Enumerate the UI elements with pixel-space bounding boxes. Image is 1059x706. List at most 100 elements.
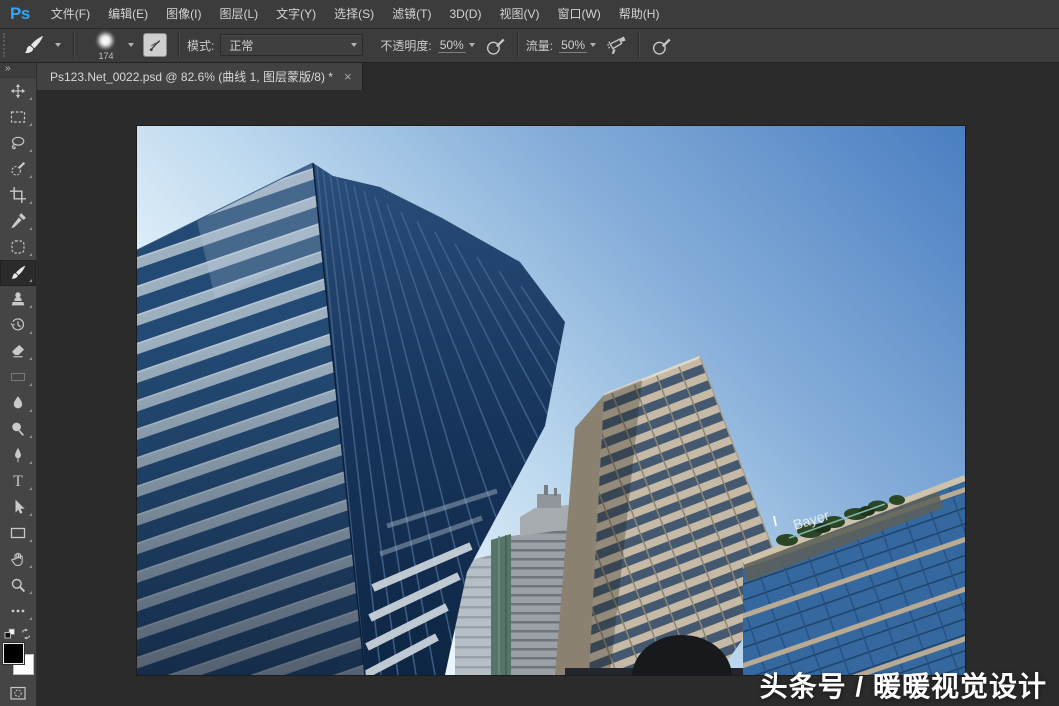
menu-bar: Ps 文件(F)编辑(E)图像(I)图层(L)文字(Y)选择(S)滤镜(T)3D… bbox=[0, 0, 1059, 29]
rectangular-marquee-tool-icon bbox=[10, 109, 26, 125]
eyedropper-tool[interactable] bbox=[0, 208, 36, 234]
divider bbox=[73, 32, 75, 58]
tools-panel: » bbox=[0, 62, 37, 706]
move-tool[interactable] bbox=[0, 78, 36, 104]
chevron-down-icon bbox=[128, 43, 134, 47]
document-tab-title: Ps123.Net_0022.psd @ 82.6% (曲线 1, 图层蒙版/8… bbox=[50, 68, 333, 85]
tool-options-bar: 174 模式: 正常 不透明度: 50% 流量: 50% bbox=[0, 28, 1059, 63]
clone-stamp-tool[interactable] bbox=[0, 286, 36, 312]
chevron-down-icon bbox=[55, 43, 61, 47]
menu-item-5[interactable]: 选择(S) bbox=[325, 1, 383, 28]
clone-stamp-tool-icon bbox=[10, 291, 26, 307]
soft-brush-preview bbox=[95, 30, 116, 51]
dodge-tool-icon bbox=[10, 421, 26, 437]
opacity-label: 不透明度: bbox=[380, 37, 431, 54]
menu-item-10[interactable]: 帮助(H) bbox=[610, 1, 669, 28]
menu-item-8[interactable]: 视图(V) bbox=[490, 1, 548, 28]
history-brush-tool-icon bbox=[10, 317, 26, 333]
menu-item-2[interactable]: 图像(I) bbox=[157, 1, 210, 28]
brush-preset-picker[interactable]: 174 bbox=[82, 30, 139, 60]
tablet-pressure-size-icon[interactable] bbox=[651, 35, 672, 56]
brush-panel-toggle-icon bbox=[148, 38, 163, 53]
blend-mode-dropdown[interactable]: 正常 bbox=[220, 34, 363, 56]
type-tool-icon bbox=[10, 473, 26, 489]
eraser-tool-icon bbox=[10, 343, 26, 359]
blend-mode-value: 正常 bbox=[229, 37, 253, 54]
tab-close-icon[interactable]: × bbox=[344, 70, 352, 83]
eraser-tool[interactable] bbox=[0, 338, 36, 364]
type-tool[interactable] bbox=[0, 468, 36, 494]
edit-toolbar-tool-icon bbox=[10, 603, 26, 619]
chevron-down-icon[interactable] bbox=[469, 43, 475, 47]
blur-tool-icon bbox=[10, 395, 26, 411]
hand-tool-icon bbox=[10, 551, 26, 567]
menu-item-6[interactable]: 滤镜(T) bbox=[383, 1, 440, 28]
chevron-down-icon[interactable] bbox=[590, 43, 596, 47]
mode-label: 模式: bbox=[187, 37, 214, 54]
divider bbox=[178, 32, 180, 58]
move-tool-icon bbox=[10, 83, 26, 99]
gradient-tool[interactable] bbox=[0, 364, 36, 390]
brush-preset-picker-icon: 174 bbox=[91, 29, 121, 61]
divider bbox=[638, 32, 640, 58]
document-tab-bar: Ps123.Net_0022.psd @ 82.6% (曲线 1, 图层蒙版/8… bbox=[36, 62, 1059, 90]
quick-selection-tool[interactable] bbox=[0, 156, 36, 182]
rectangular-marquee-tool[interactable] bbox=[0, 104, 36, 130]
canvas-area: Bayer bbox=[36, 90, 1059, 706]
document-tab[interactable]: Ps123.Net_0022.psd @ 82.6% (曲线 1, 图层蒙版/8… bbox=[36, 62, 363, 90]
opacity-value-field[interactable]: 50% bbox=[438, 38, 466, 53]
brush-tool-icon bbox=[10, 265, 26, 281]
brush-panel-toggle-button[interactable] bbox=[143, 33, 167, 57]
default-colors-icon[interactable] bbox=[4, 628, 16, 640]
swap-colors-icon[interactable] bbox=[20, 628, 32, 640]
quick-mask-button[interactable] bbox=[0, 686, 36, 702]
pen-tool[interactable] bbox=[0, 442, 36, 468]
lasso-tool-icon bbox=[10, 135, 26, 151]
rectangle-tool-icon bbox=[10, 525, 26, 541]
divider bbox=[517, 32, 519, 58]
chevron-down-icon bbox=[351, 43, 357, 47]
path-selection-tool-icon bbox=[10, 499, 26, 515]
photoshop-logo: Ps bbox=[10, 4, 30, 24]
crop-tool[interactable] bbox=[0, 182, 36, 208]
menu-item-3[interactable]: 图层(L) bbox=[210, 1, 267, 28]
quick-mask-icon bbox=[10, 686, 26, 702]
menu-item-0[interactable]: 文件(F) bbox=[42, 1, 99, 28]
options-bar-grip[interactable] bbox=[3, 33, 10, 57]
dodge-tool[interactable] bbox=[0, 416, 36, 442]
edit-toolbar-tool[interactable] bbox=[0, 598, 36, 624]
tablet-pressure-opacity-icon[interactable] bbox=[485, 35, 506, 56]
crop-tool-icon bbox=[10, 187, 26, 203]
rectangle-tool[interactable] bbox=[0, 520, 36, 546]
blur-tool[interactable] bbox=[0, 390, 36, 416]
brush-tool-preset-button[interactable] bbox=[14, 30, 66, 60]
history-brush-tool[interactable] bbox=[0, 312, 36, 338]
path-selection-tool[interactable] bbox=[0, 494, 36, 520]
color-swatches bbox=[0, 642, 36, 678]
zoom-tool[interactable] bbox=[0, 572, 36, 598]
quick-selection-tool-icon bbox=[10, 161, 26, 177]
brush-tool-preset-icon bbox=[23, 35, 44, 56]
menu-items: 文件(F)编辑(E)图像(I)图层(L)文字(Y)选择(S)滤镜(T)3D(D)… bbox=[42, 1, 669, 28]
tools-list bbox=[0, 78, 36, 624]
foreground-color-swatch[interactable] bbox=[3, 643, 24, 664]
menu-item-9[interactable]: 窗口(W) bbox=[548, 1, 609, 28]
menu-item-1[interactable]: 编辑(E) bbox=[99, 1, 157, 28]
healing-brush-tool-icon bbox=[10, 239, 26, 255]
menu-item-7[interactable]: 3D(D) bbox=[440, 1, 490, 28]
photoshop-window: Ps 文件(F)编辑(E)图像(I)图层(L)文字(Y)选择(S)滤镜(T)3D… bbox=[0, 0, 1059, 706]
document-canvas-photo[interactable]: Bayer bbox=[137, 126, 965, 675]
flow-value-field[interactable]: 50% bbox=[559, 38, 587, 53]
airbrush-icon[interactable] bbox=[606, 35, 627, 56]
eyedropper-tool-icon bbox=[10, 213, 26, 229]
pen-tool-icon bbox=[10, 447, 26, 463]
brush-tool[interactable] bbox=[0, 260, 36, 286]
lasso-tool[interactable] bbox=[0, 130, 36, 156]
tools-panel-collapse-button[interactable]: » bbox=[0, 62, 36, 78]
hand-tool[interactable] bbox=[0, 546, 36, 572]
skyscrapers-photo: Bayer bbox=[137, 126, 965, 675]
menu-item-4[interactable]: 文字(Y) bbox=[267, 1, 325, 28]
healing-brush-tool[interactable] bbox=[0, 234, 36, 260]
gradient-tool-icon bbox=[10, 369, 26, 385]
zoom-tool-icon bbox=[10, 577, 26, 593]
